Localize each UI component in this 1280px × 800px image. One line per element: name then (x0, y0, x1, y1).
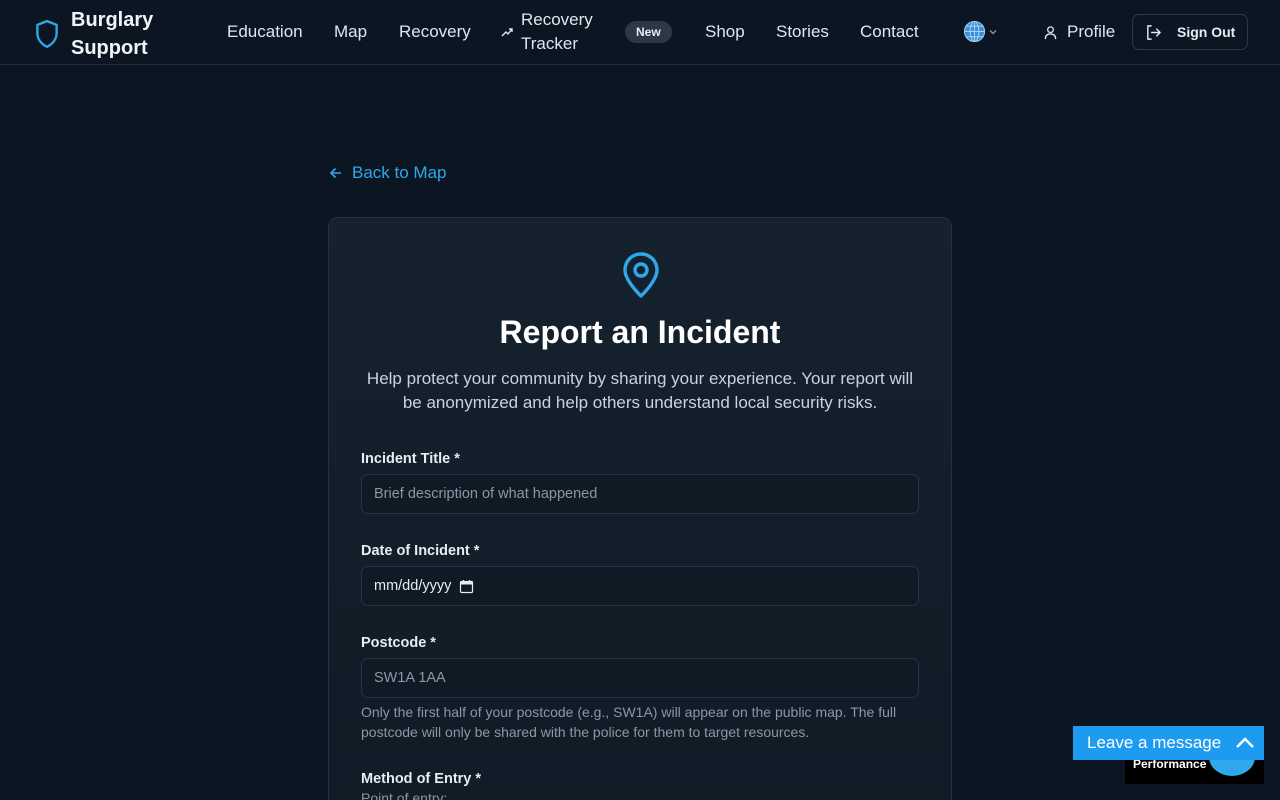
method-of-entry-label: Method of Entry * (361, 771, 482, 787)
map-pin-icon (623, 252, 659, 298)
point-of-entry-label: Point of entry: (361, 790, 448, 800)
shield-icon (36, 19, 58, 49)
brand-logo[interactable]: Burglary Support (34, 6, 181, 62)
brand-name: Burglary Support (71, 9, 154, 59)
sign-out-label: Sign Out (1177, 24, 1236, 40)
sign-out-button[interactable]: Sign Out (1132, 14, 1248, 50)
user-icon (1044, 25, 1057, 39)
nav-shop[interactable]: Shop (705, 20, 745, 44)
leave-message-label: Leave a message (1087, 733, 1222, 752)
arrow-left-icon (329, 167, 341, 179)
date-of-incident-input[interactable]: mm/dd/yyyy (361, 566, 919, 606)
leave-message-chat-bar[interactable]: Leave a message (1073, 726, 1264, 760)
globe-icon (963, 20, 986, 43)
postcode-help-text: Only the first half of your postcode (e.… (361, 704, 897, 740)
incident-title-label: Incident Title * (361, 451, 460, 467)
profile-link[interactable]: Profile (1043, 20, 1115, 44)
top-navigation-bar: Burglary Support Education Map Recovery … (0, 0, 1280, 65)
nav-recovery[interactable]: Recovery (399, 20, 471, 44)
chevron-down-icon (989, 29, 997, 34)
logout-icon (1147, 24, 1161, 40)
postcode-input[interactable] (361, 658, 919, 698)
nav-map[interactable]: Map (334, 20, 367, 44)
form-description: Help protect your community by sharing y… (366, 369, 914, 412)
profile-label: Profile (1067, 22, 1116, 41)
nav-stories[interactable]: Stories (776, 20, 829, 44)
back-to-map-link[interactable]: Back to Map (329, 162, 447, 184)
back-to-map-label: Back to Map (352, 163, 447, 182)
date-placeholder: mm/dd/yyyy (374, 578, 452, 594)
report-incident-card: Report an Incident Help protect your com… (328, 217, 952, 800)
incident-title-input[interactable] (361, 474, 919, 514)
new-badge: New (625, 21, 672, 43)
nav-recovery-tracker-label: Recovery Tracker (521, 10, 593, 53)
calendar-icon[interactable] (459, 579, 474, 594)
trending-up-icon (501, 28, 513, 37)
postcode-label: Postcode * (361, 635, 436, 651)
chevron-up-icon[interactable] (1235, 734, 1255, 752)
nav-education[interactable]: Education (227, 20, 303, 44)
nav-recovery-tracker[interactable]: Recovery Tracker (501, 8, 611, 56)
nav-contact[interactable]: Contact (860, 20, 919, 44)
date-of-incident-label: Date of Incident * (361, 543, 480, 559)
page-title: Report an Incident (499, 314, 781, 350)
language-selector[interactable] (963, 20, 998, 43)
